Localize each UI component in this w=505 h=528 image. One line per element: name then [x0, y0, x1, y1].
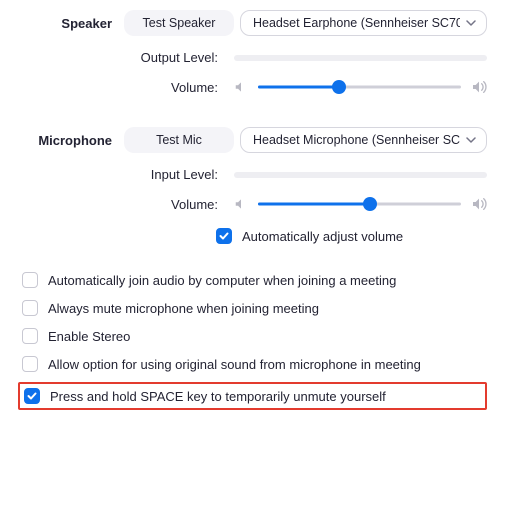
option-checkbox[interactable] [22, 272, 38, 288]
mic-volume-label: Volume: [18, 197, 218, 212]
option-checkbox[interactable] [22, 300, 38, 316]
test-mic-button[interactable]: Test Mic [124, 127, 234, 153]
volume-low-icon [234, 80, 248, 94]
mic-volume-row: Volume: [0, 182, 505, 212]
microphone-device-select[interactable]: Headset Microphone (Sennheiser SC70 [240, 127, 487, 153]
chevron-down-icon [466, 135, 476, 145]
mic-volume-slider[interactable] [258, 197, 461, 211]
input-level-row: Input Level: [0, 153, 505, 182]
option-space-unmute: Press and hold SPACE key to temporarily … [18, 382, 487, 410]
chevron-down-icon [466, 18, 476, 28]
option-checkbox[interactable] [24, 388, 40, 404]
output-level-row: Output Level: [0, 36, 505, 65]
microphone-section: Microphone Test Mic Headset Microphone (… [0, 117, 505, 153]
auto-adjust-checkbox[interactable] [216, 228, 232, 244]
option-original-sound: Allow option for using original sound fr… [18, 350, 487, 378]
option-label: Press and hold SPACE key to temporarily … [50, 389, 386, 404]
output-level-label: Output Level: [18, 50, 218, 65]
audio-options-list: Automatically join audio by computer whe… [0, 244, 505, 410]
volume-high-icon [471, 79, 487, 95]
option-checkbox[interactable] [22, 356, 38, 372]
option-label: Always mute microphone when joining meet… [48, 301, 319, 316]
option-label: Allow option for using original sound fr… [48, 357, 421, 372]
test-speaker-button[interactable]: Test Speaker [124, 10, 234, 36]
output-level-meter [234, 55, 487, 61]
option-label: Automatically join audio by computer whe… [48, 273, 396, 288]
option-checkbox[interactable] [22, 328, 38, 344]
speaker-volume-slider[interactable] [258, 80, 461, 94]
option-enable-stereo: Enable Stereo [18, 322, 487, 350]
auto-adjust-label: Automatically adjust volume [242, 229, 403, 244]
input-level-meter [234, 172, 487, 178]
microphone-label: Microphone [18, 133, 118, 148]
speaker-volume-label: Volume: [18, 80, 218, 95]
speaker-section: Speaker Test Speaker Headset Earphone (S… [0, 0, 505, 36]
option-auto-join-audio: Automatically join audio by computer whe… [18, 266, 487, 294]
volume-high-icon [471, 196, 487, 212]
input-level-label: Input Level: [18, 167, 218, 182]
option-always-mute: Always mute microphone when joining meet… [18, 294, 487, 322]
speaker-device-value: Headset Earphone (Sennheiser SC70 US [253, 16, 460, 30]
option-label: Enable Stereo [48, 329, 130, 344]
volume-low-icon [234, 197, 248, 211]
microphone-device-value: Headset Microphone (Sennheiser SC70 [253, 133, 460, 147]
speaker-label: Speaker [18, 16, 118, 31]
speaker-volume-row: Volume: [0, 65, 505, 95]
speaker-device-select[interactable]: Headset Earphone (Sennheiser SC70 US [240, 10, 487, 36]
auto-adjust-row: Automatically adjust volume [0, 212, 505, 244]
